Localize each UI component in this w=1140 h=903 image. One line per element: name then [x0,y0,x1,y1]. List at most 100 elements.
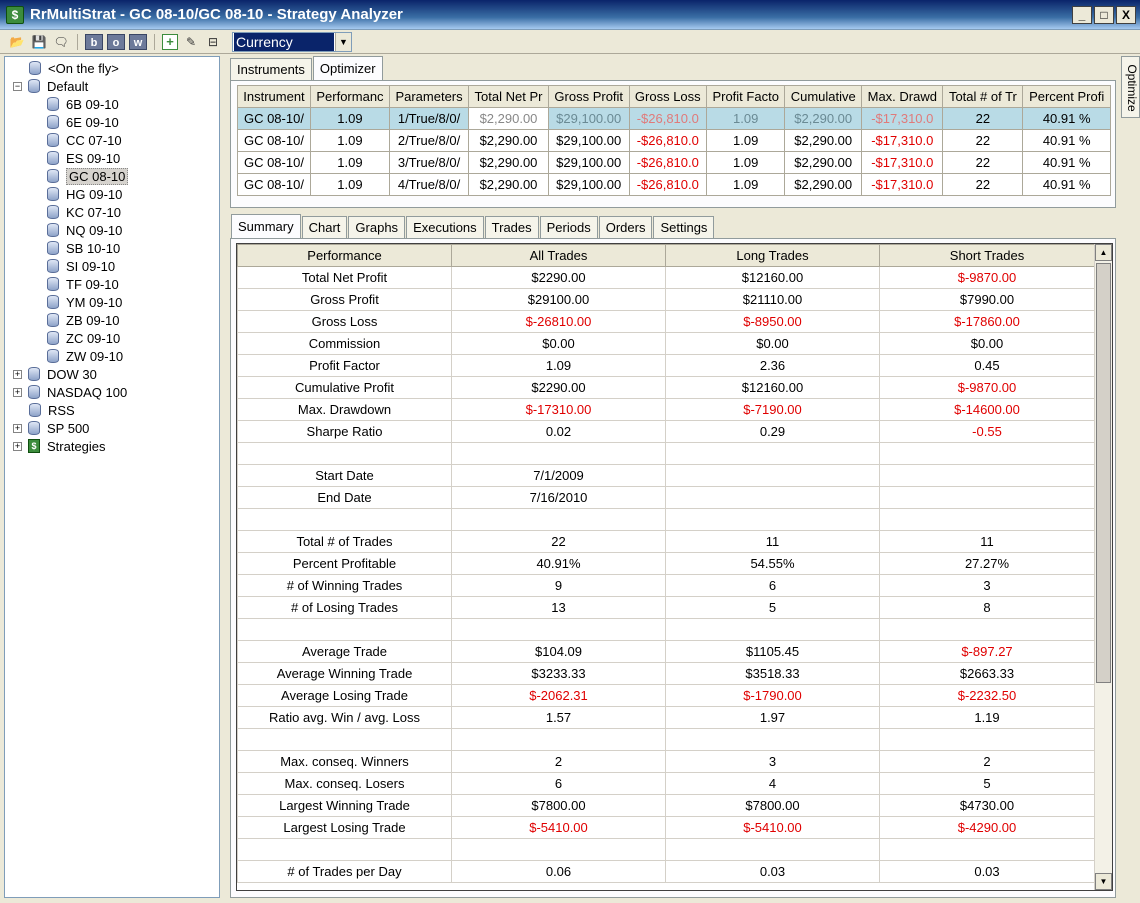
metric-label [237,508,452,531]
optimize-o-button[interactable]: o [107,33,125,50]
tree-item[interactable]: <On the fly> [29,59,119,77]
tree-item[interactable]: NQ 09-10 [47,221,122,239]
column-header[interactable]: Gross Profit [547,85,630,108]
backtest-b-button[interactable]: b [85,33,103,50]
tab-summary[interactable]: Summary [231,214,301,238]
tab-executions[interactable]: Executions [406,216,484,238]
tree-item[interactable]: + SP 500 [13,419,89,437]
tree-item[interactable]: SB 10-10 [47,239,120,257]
table-cell: 2/True/8/0/ [388,129,470,152]
column-header[interactable]: Instrument [237,85,311,108]
column-header[interactable]: Performanc [309,85,391,108]
close-button[interactable]: X [1116,6,1136,24]
metric-label: Profit Factor [237,354,452,377]
column-header[interactable]: All Trades [451,244,666,267]
open-folder-icon[interactable]: 📂 [8,33,26,51]
tree-item[interactable]: KC 07-10 [47,203,121,221]
table-cell: GC 08-10/ [237,107,311,130]
scroll-down-icon[interactable]: ▼ [1095,873,1112,890]
edit-icon[interactable]: ✎ [182,33,200,51]
metric-value [879,618,1095,641]
comment-icon[interactable]: 🗨 [52,33,70,51]
tree-item[interactable]: − Default [13,77,88,95]
tab-chart[interactable]: Chart [301,216,348,238]
walkforward-w-button[interactable]: w [129,33,147,50]
table-cell: 1.09 [706,151,786,174]
column-header[interactable]: Total # of Tr [942,85,1024,108]
tab-instruments[interactable]: Instruments [230,58,312,80]
metric-label: Total # of Trades [237,530,452,553]
tree-item[interactable]: HG 09-10 [47,185,122,203]
tab-graphs[interactable]: Graphs [348,216,406,238]
summary-row [237,838,1095,861]
column-header[interactable]: Gross Loss [628,85,708,108]
collapse-icon[interactable]: − [13,81,22,91]
summary-row: Ratio avg. Win / avg. Loss 1.57 1.97 1.19 [237,706,1095,729]
tree-item[interactable]: ZB 09-10 [47,311,119,329]
tab-orders[interactable]: Orders [598,216,653,238]
tree-item[interactable]: ES 09-10 [47,149,120,167]
metric-value: $104.09 [451,640,666,663]
tree-item[interactable]: GC 08-10 [47,167,129,185]
column-header[interactable]: Percent Profi [1022,85,1111,108]
tree-item[interactable]: ZC 09-10 [47,329,120,347]
tree-item[interactable]: 6E 09-10 [47,113,119,131]
tab-optimizer[interactable]: Optimizer [312,56,383,80]
tree-item[interactable]: SI 09-10 [47,257,115,275]
save-icon[interactable]: 💾 [30,33,48,51]
remove-icon[interactable]: ⊟ [204,33,222,51]
tab-trades[interactable]: Trades [484,216,539,238]
tree-item[interactable]: 6B 09-10 [47,95,119,113]
summary-scrollbar[interactable]: ▲ ▼ [1094,244,1112,890]
display-units-combo[interactable]: Currency ▼ [232,31,352,52]
column-header[interactable]: Parameters [388,85,470,108]
metric-label: Max. conseq. Losers [237,772,452,795]
maximize-button[interactable]: □ [1094,6,1114,24]
add-icon[interactable]: + [162,33,178,50]
table-row[interactable]: GC 08-10/1.09 1/True/8/0/$2,290.00 $29,100… [237,107,1111,130]
minimize-button[interactable]: _ [1072,6,1092,24]
column-header[interactable]: Max. Drawd [861,85,944,108]
database-icon [47,151,59,165]
tree-item[interactable]: CC 07-10 [47,131,122,149]
metric-label: # of Losing Trades [237,596,452,619]
table-row[interactable]: GC 08-10/1.09 4/True/8/0/$2,290.00 $29,100… [237,173,1111,196]
metric-value: $0.00 [879,332,1095,355]
expand-icon[interactable]: + [13,369,22,379]
column-header[interactable]: Total Net Pr [468,85,549,108]
table-cell: $2,290.00 [784,107,863,130]
tree-item[interactable]: TF 09-10 [47,275,119,293]
column-header[interactable]: Performance [237,244,452,267]
table-row[interactable]: GC 08-10/1.09 2/True/8/0/$2,290.00 $29,100… [237,129,1111,152]
tab-periods[interactable]: Periods [539,216,598,238]
column-header[interactable]: Cumulative [784,85,863,108]
table-cell: $29,100.00 [547,129,630,152]
scroll-up-icon[interactable]: ▲ [1095,244,1112,261]
chevron-down-icon[interactable]: ▼ [335,32,351,51]
database-icon [47,331,59,345]
metric-value [879,728,1095,751]
expand-icon[interactable]: + [13,423,22,433]
metric-label [237,442,452,465]
tab-settings[interactable]: Settings [653,216,715,238]
metric-value [879,442,1095,465]
tree-item[interactable]: + DOW 30 [13,365,97,383]
tree-item[interactable]: YM 09-10 [47,293,122,311]
expand-icon[interactable]: + [13,387,22,397]
tree-item[interactable]: + $ Strategies [13,437,106,455]
metric-value [879,838,1095,861]
tree-item[interactable]: RSS [29,401,75,419]
metric-value: 0.45 [879,354,1095,377]
expand-icon[interactable]: + [13,441,22,451]
tree-item[interactable]: ZW 09-10 [47,347,123,365]
column-header[interactable]: Profit Facto [706,85,786,108]
column-header[interactable]: Short Trades [879,244,1095,267]
column-header[interactable]: Long Trades [665,244,880,267]
optimize-side-tab[interactable]: Optimize [1121,56,1140,118]
metric-value: 5 [665,596,880,619]
table-cell: 22 [942,107,1024,130]
table-row[interactable]: GC 08-10/1.09 3/True/8/0/$2,290.00 $29,100… [237,151,1111,174]
tree-item[interactable]: + NASDAQ 100 [13,383,127,401]
summary-view: Performance All Trades Long Trades Short Tr… [236,243,1113,891]
scroll-thumb[interactable] [1096,263,1111,683]
